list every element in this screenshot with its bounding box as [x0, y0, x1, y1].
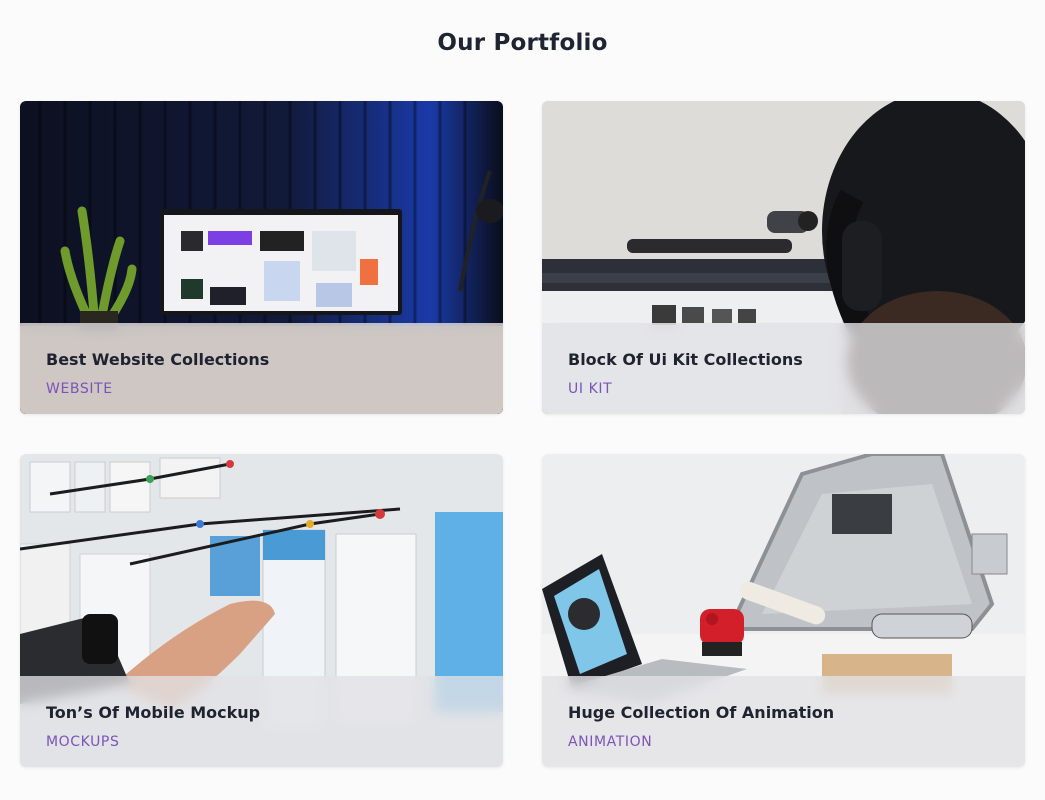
card-category-tag[interactable]: WEBSITE: [46, 381, 113, 397]
card-title[interactable]: Huge Collection Of Animation: [568, 703, 834, 722]
card-category-tag[interactable]: MOCKUPS: [46, 734, 119, 750]
portfolio-card-animation[interactable]: Huge Collection Of Animation ANIMATION: [542, 454, 1025, 767]
card-category-tag[interactable]: UI KIT: [568, 381, 612, 397]
portfolio-card-website[interactable]: Best Website Collections WEBSITE: [20, 101, 503, 414]
portfolio-card-mockups[interactable]: Ton’s Of Mobile Mockup MOCKUPS: [20, 454, 503, 767]
card-title[interactable]: Ton’s Of Mobile Mockup: [46, 703, 260, 722]
section-title: Our Portfolio: [437, 30, 608, 56]
card-title[interactable]: Best Website Collections: [46, 350, 269, 369]
portfolio-card-ui-kit[interactable]: Block Of Ui Kit Collections UI KIT: [542, 101, 1025, 414]
card-title[interactable]: Block Of Ui Kit Collections: [568, 350, 803, 369]
card-category-tag[interactable]: ANIMATION: [568, 734, 652, 750]
